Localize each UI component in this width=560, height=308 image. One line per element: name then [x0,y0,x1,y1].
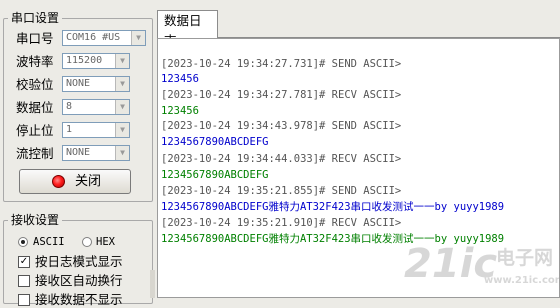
log-line: 123456 [161,105,199,117]
chevron-down-icon[interactable]: ▼ [115,77,129,91]
databits-label: 数据位 [16,100,54,115]
log-mode-label[interactable]: 按日志模式显示 [35,254,123,270]
log-line: [2023-10-24 19:34:44.033]# RECV ASCII> [161,153,402,165]
stopbits-select[interactable]: 1 ▼ [62,122,130,138]
chevron-down-icon[interactable]: ▼ [115,100,129,114]
red-light-icon [52,175,65,188]
log-line: [2023-10-24 19:34:43.978]# SEND ASCII> [161,120,402,132]
watermark-url: www.21ic.com [484,275,560,286]
serial-settings-title: 串口设置 [8,11,63,25]
chevron-down-icon[interactable]: ▼ [131,31,145,45]
parity-select-value: NONE [66,78,91,89]
ascii-radio[interactable] [18,237,28,247]
left-panel-scrollbar[interactable] [150,270,155,298]
ascii-radio-label[interactable]: ASCII [33,234,65,250]
port-select-value: COM16 #US [66,32,121,43]
port-select[interactable]: COM16 #US ▼ [62,30,146,46]
hex-radio[interactable] [82,237,92,247]
log-line: [2023-10-24 19:34:27.781]# RECV ASCII> [161,89,402,101]
data-log-area[interactable]: [2023-10-24 19:34:27.731]# SEND ASCII> 1… [157,38,560,298]
chevron-down-icon[interactable]: ▼ [115,123,129,137]
log-line: 1234567890ABCDEFG [161,169,269,181]
hex-radio-label[interactable]: HEX [96,234,115,250]
stopbits-label: 停止位 [16,123,54,138]
baud-select-value: 115200 [66,55,103,66]
databits-select[interactable]: 8 ▼ [62,99,130,115]
log-line: [2023-10-24 19:35:21.910]# RECV ASCII> [161,217,402,229]
baud-select[interactable]: 115200 ▼ [62,53,130,69]
flow-label: 流控制 [16,146,54,161]
databits-select-value: 8 [66,101,73,112]
close-port-button-label: 关闭 [75,174,102,189]
log-mode-checkbox[interactable]: ✓ [18,256,30,268]
log-line: 1234567890ABCDEFG [161,136,269,148]
chevron-down-icon[interactable]: ▼ [115,146,129,160]
log-line: 1234567890ABCDEFG雅特力AT32F423串口收发测试一一by y… [161,201,505,213]
log-line: 123456 [161,73,199,85]
auto-wrap-label[interactable]: 接收区自动换行 [35,273,123,289]
flow-select[interactable]: NONE ▼ [62,145,130,161]
port-label: 串口号 [16,31,54,46]
fourth-option-checkbox[interactable] [18,294,30,306]
flow-select-value: NONE [66,147,91,158]
parity-select[interactable]: NONE ▼ [62,76,130,92]
log-line: [2023-10-24 19:34:27.731]# SEND ASCII> [161,58,402,70]
log-line: [2023-10-24 19:35:21.855]# SEND ASCII> [161,185,402,197]
receive-settings-title: 接收设置 [8,213,63,227]
parity-label: 校验位 [16,77,54,92]
watermark-cn: 电子网 [496,247,554,269]
chevron-down-icon[interactable]: ▼ [115,54,129,68]
close-port-button[interactable]: 关闭 [19,169,131,194]
stopbits-select-value: 1 [66,124,73,135]
baud-label: 波特率 [16,54,54,69]
fourth-option-label[interactable]: 接收数据不显示 [35,292,123,308]
auto-wrap-checkbox[interactable] [18,275,30,287]
tab-data-log[interactable]: 数据日志 [157,10,218,48]
